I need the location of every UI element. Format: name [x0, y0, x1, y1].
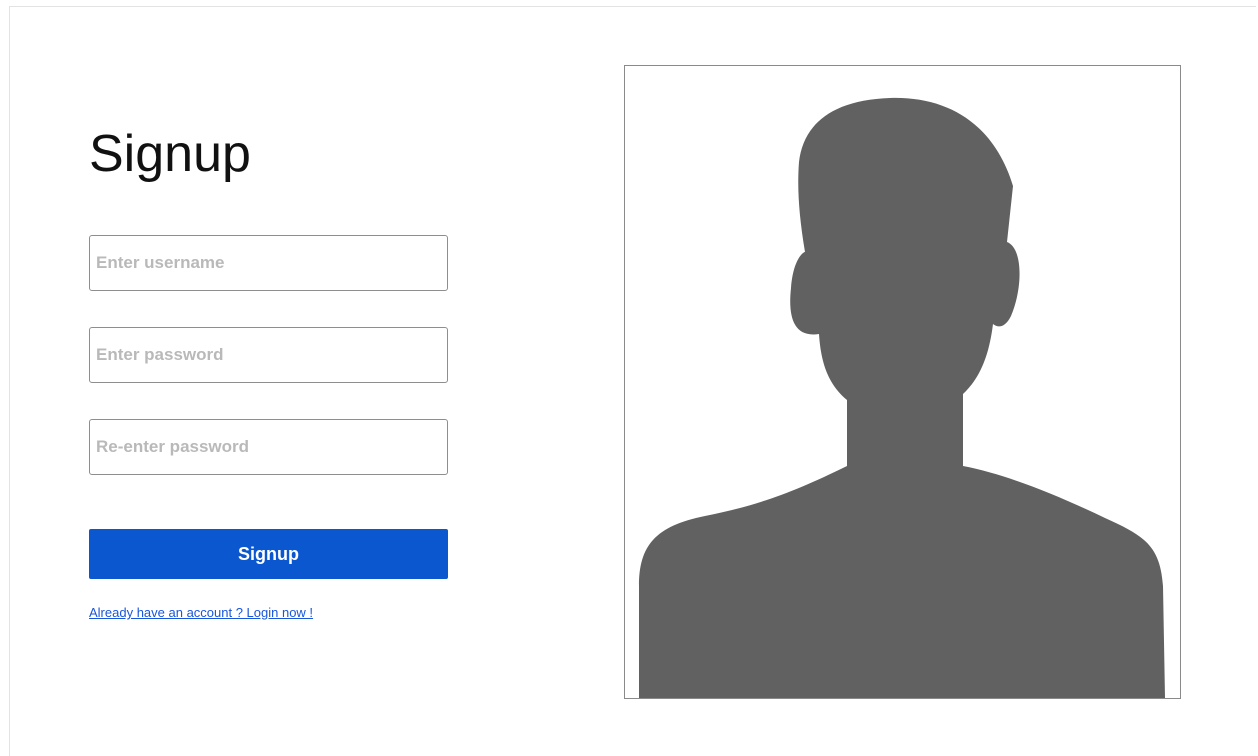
signup-button[interactable]: Signup: [89, 529, 448, 579]
profile-photo-placeholder[interactable]: [624, 65, 1181, 699]
person-silhouette-icon: [639, 97, 1165, 698]
password-input[interactable]: [89, 327, 448, 383]
login-link[interactable]: Already have an account ? Login now !: [89, 605, 313, 620]
username-input[interactable]: [89, 235, 448, 291]
reenter-password-input[interactable]: [89, 419, 448, 475]
page-title: Signup: [89, 125, 251, 183]
